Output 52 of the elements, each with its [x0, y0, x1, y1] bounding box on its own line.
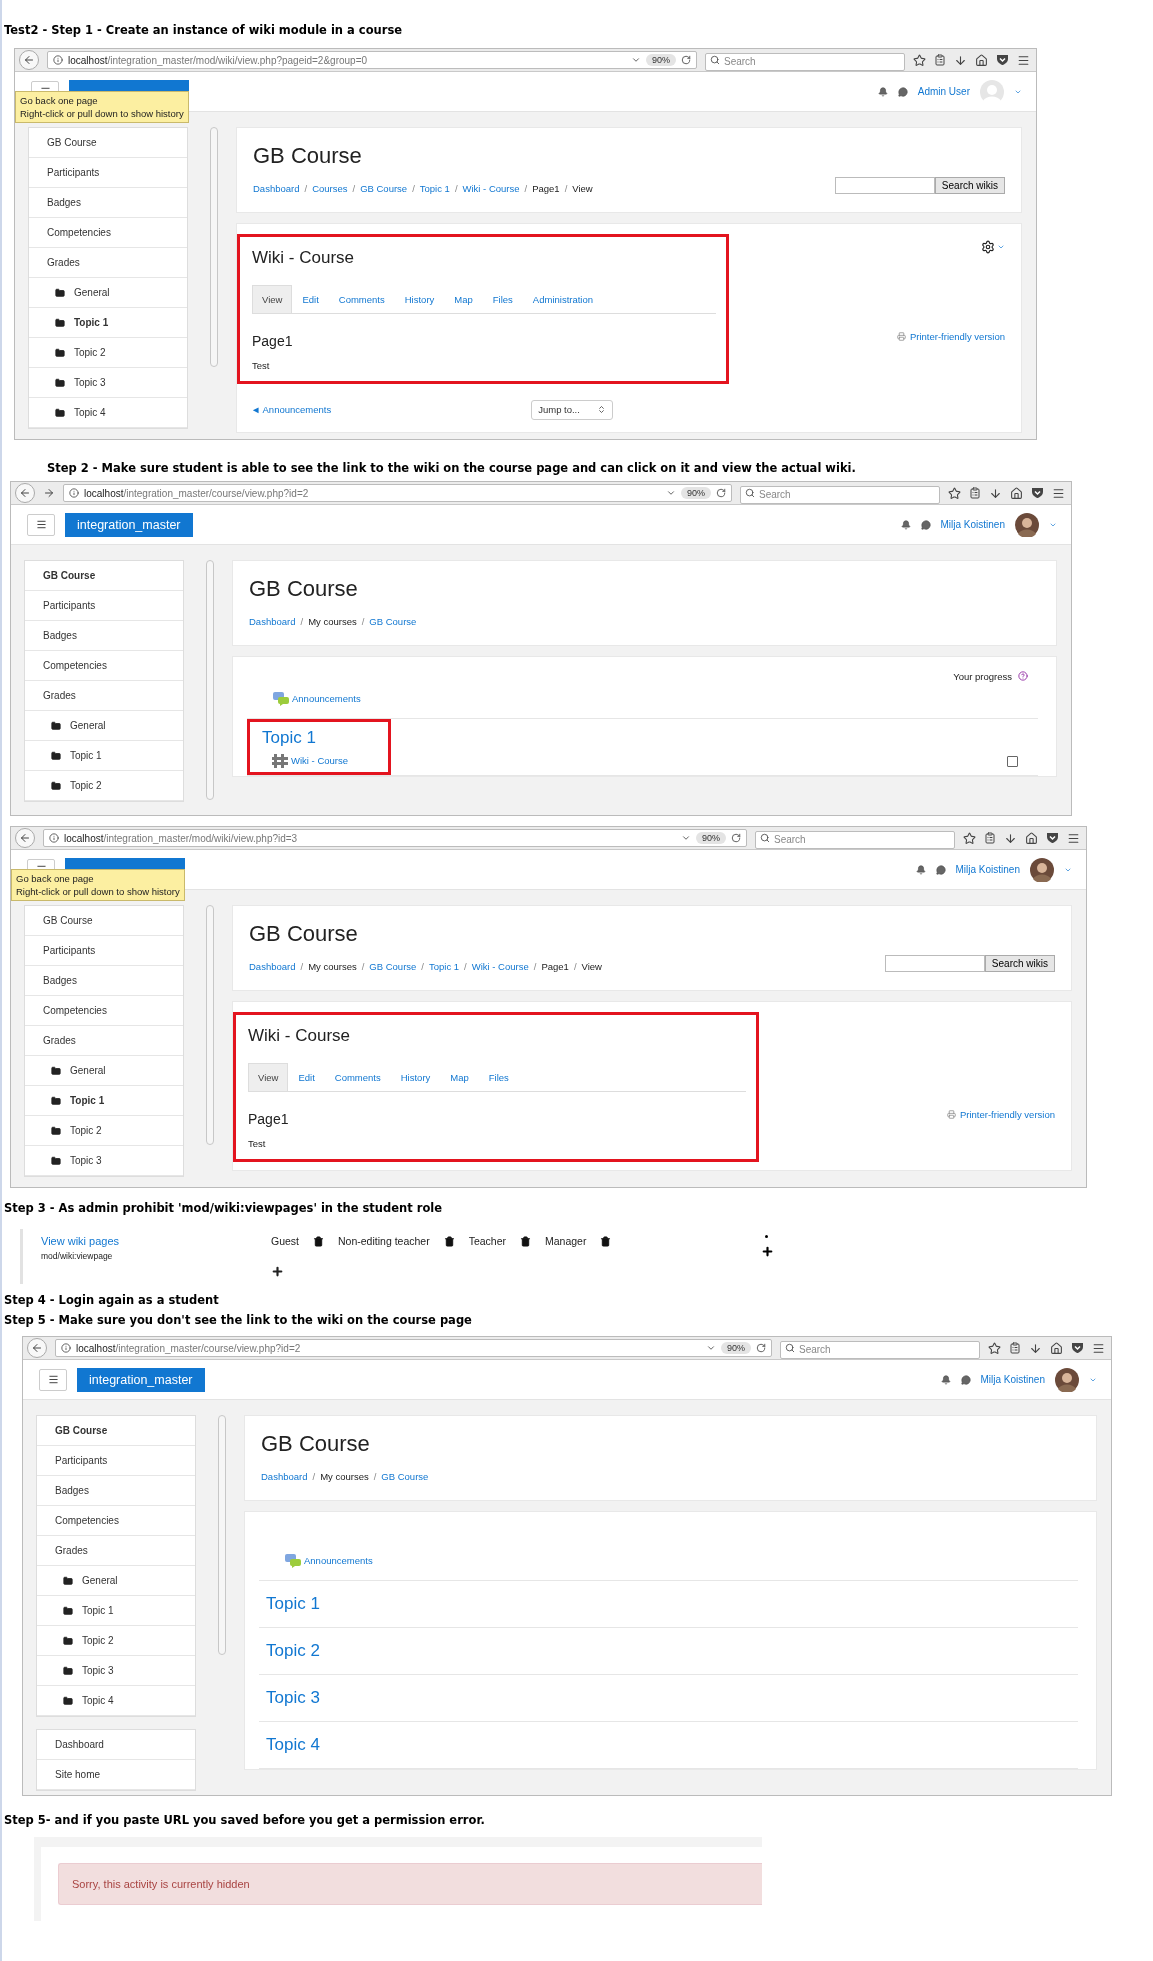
breadcrumb-separator: / — [533, 960, 537, 972]
step-heading: Step 5 - Make sure you don't see the link to the wiki on the course page — [4, 1312, 472, 1329]
role-name: Non-editing teacher — [338, 1235, 430, 1247]
breadcrumb: View — [581, 960, 602, 972]
step-heading: Test2 - Step 1 - Create an instance of wiki module in a course — [4, 22, 403, 39]
role-name: Teacher — [468, 1235, 506, 1247]
breadcrumb-separator: / — [421, 960, 424, 972]
step-heading: Step 3 - As admin prohibit 'mod/wiki:viewpages' in the student role — [4, 1200, 443, 1217]
course-title: GB Course — [249, 920, 359, 948]
breadcrumb-separator: / — [412, 182, 415, 194]
breadcrumb-separator: / — [361, 960, 365, 972]
breadcrumb-separator: / — [464, 960, 467, 972]
breadcrumb: My courses — [308, 615, 357, 627]
breadcrumb: Page1 — [532, 182, 560, 194]
breadcrumb: View — [572, 182, 593, 194]
capability-name: mod/wiki:viewpage — [41, 1251, 114, 1261]
wiki-title: Wiki - Course — [248, 1024, 351, 1047]
breadcrumb-separator: / — [300, 960, 304, 972]
wiki-title: Wiki - Course — [252, 246, 355, 269]
breadcrumb-separator: / — [361, 615, 365, 627]
progress-label: Your progress — [953, 670, 1012, 682]
error-alert: Sorry, this activity is currently hidden — [58, 1863, 762, 1905]
page-title: Page1 — [252, 331, 294, 350]
breadcrumb-separator: / — [304, 182, 308, 194]
breadcrumb-separator: / — [454, 182, 458, 194]
tooltip: Go back one page Right-click or pull down to show history — [15, 91, 189, 123]
breadcrumb-separator: / — [573, 960, 577, 972]
breadcrumb-separator: / — [524, 182, 528, 194]
breadcrumb-separator: / — [312, 1470, 316, 1482]
role-name: Manager — [545, 1235, 587, 1247]
page-text: Test — [248, 1137, 267, 1149]
course-title: GB Course — [249, 575, 359, 603]
breadcrumb: My courses — [320, 1470, 369, 1482]
step-heading: Step 4 - Login again as a student — [4, 1292, 219, 1309]
breadcrumb-separator: / — [564, 182, 568, 194]
url-text: localhost/integration_master/mod/wiki/view.php?pageid=2&group=0 — [68, 54, 369, 66]
breadcrumb: My courses — [308, 960, 357, 972]
step-heading: Step 5- and if you paste URL you saved before you get a permission error. — [4, 1812, 485, 1829]
step-heading: Step 2 - Make sure student is able to see the link to the wiki on the course page and can click on it and view the actual wiki. — [47, 460, 856, 477]
course-title: GB Course — [261, 1430, 371, 1458]
page-text: Test — [252, 359, 271, 371]
breadcrumb-separator: / — [373, 1470, 377, 1482]
role-name: Guest — [271, 1235, 299, 1247]
breadcrumb-separator: / — [352, 182, 356, 194]
url-text: localhost/integration_master/course/view.php?id=2 — [84, 487, 310, 499]
breadcrumb: Page1 — [541, 960, 569, 972]
page-title: Page1 — [248, 1109, 290, 1128]
url-text: localhost/integration_master/course/view.php?id=2 — [76, 1342, 302, 1354]
course-title: GB Course — [253, 142, 363, 170]
breadcrumb-separator: / — [300, 615, 304, 627]
tooltip: Go back one page Right-click or pull down to show history — [11, 869, 185, 901]
url-text: localhost/integration_master/mod/wiki/view.php?id=3 — [64, 832, 299, 844]
